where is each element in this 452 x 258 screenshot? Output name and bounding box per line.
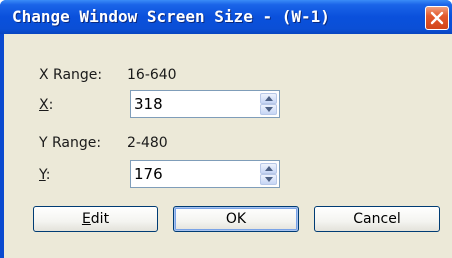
x-spinbox[interactable]: 318 bbox=[130, 90, 280, 118]
arrow-down-icon bbox=[265, 177, 273, 182]
y-input[interactable]: 176 bbox=[134, 165, 163, 183]
y-spin-up-button[interactable] bbox=[260, 163, 277, 174]
y-field-mnemonic: Y bbox=[39, 167, 46, 183]
y-range-label: Y Range: bbox=[39, 135, 102, 151]
y-field-label: Y: bbox=[39, 166, 50, 184]
cancel-button[interactable]: Cancel bbox=[314, 206, 440, 232]
x-spin-down-button[interactable] bbox=[260, 104, 277, 115]
ok-button[interactable]: OK bbox=[173, 206, 299, 232]
edit-mnemonic: E bbox=[81, 211, 91, 227]
edit-label-rest: dit bbox=[90, 211, 110, 227]
x-input[interactable]: 318 bbox=[134, 95, 163, 113]
y-range-value: 2-480 bbox=[127, 135, 168, 151]
x-field-mnemonic: X bbox=[39, 97, 49, 113]
close-icon bbox=[430, 11, 444, 25]
x-field-suffix: : bbox=[48, 97, 54, 113]
edit-button[interactable]: Edit bbox=[33, 206, 158, 232]
arrow-up-icon bbox=[265, 166, 273, 171]
y-field-suffix: : bbox=[45, 167, 51, 183]
x-field-label: X: bbox=[39, 96, 53, 114]
arrow-down-icon bbox=[265, 107, 273, 112]
close-button[interactable] bbox=[425, 6, 449, 30]
y-spin-buttons bbox=[260, 163, 277, 185]
y-spinbox[interactable]: 176 bbox=[130, 160, 280, 188]
x-spin-up-button[interactable] bbox=[260, 93, 277, 104]
y-spin-down-button[interactable] bbox=[260, 174, 277, 185]
x-spin-buttons bbox=[260, 93, 277, 115]
arrow-up-icon bbox=[265, 96, 273, 101]
x-range-value: 16-640 bbox=[127, 67, 177, 83]
title-bar[interactable]: Change Window Screen Size - (W-1) bbox=[0, 0, 452, 34]
dialog-window: Change Window Screen Size - (W-1) X Rang… bbox=[0, 0, 452, 258]
window-title: Change Window Screen Size - (W-1) bbox=[12, 7, 330, 26]
x-range-label: X Range: bbox=[39, 67, 103, 83]
